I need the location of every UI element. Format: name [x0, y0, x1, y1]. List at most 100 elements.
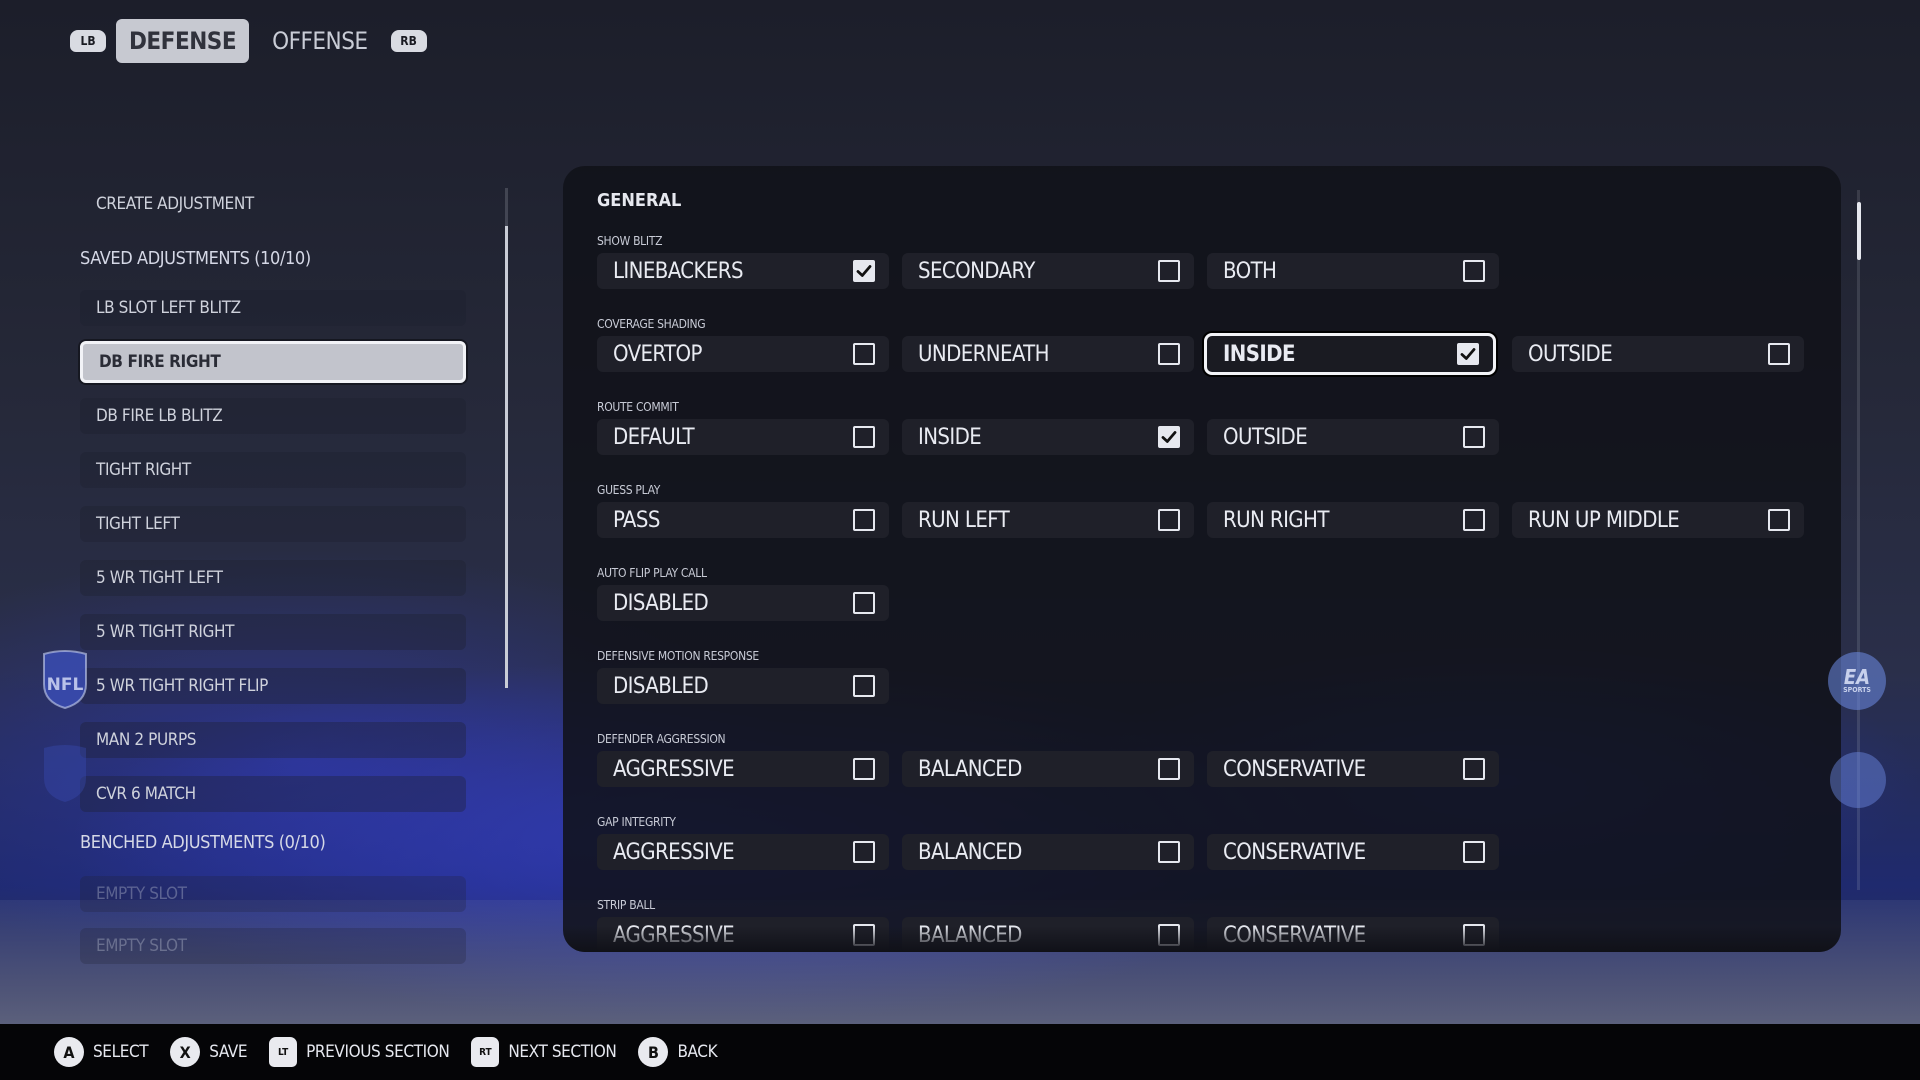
ea-sports-icon-faded	[1830, 752, 1886, 808]
hint-save[interactable]: X SAVE	[170, 1037, 248, 1067]
checkbox[interactable]	[1768, 343, 1790, 365]
ea-glyph: EA	[1843, 665, 1871, 689]
option-label: DISABLED	[613, 590, 709, 616]
option-label: AGGRESSIVE	[613, 839, 735, 865]
checkbox-checked[interactable]	[1457, 343, 1479, 365]
saved-adjustment-item[interactable]: TIGHT LEFT	[80, 506, 466, 542]
option-label: INSIDE	[1223, 341, 1296, 367]
checkbox[interactable]	[853, 592, 875, 614]
lb-bumper-icon[interactable]: LB	[70, 30, 106, 52]
hint-label: NEXT SECTION	[508, 1042, 617, 1062]
checkbox[interactable]	[1158, 343, 1180, 365]
option-toggle[interactable]: CONSERVATIVE	[1207, 751, 1499, 787]
panel-scrollbar-thumb[interactable]	[1857, 202, 1861, 260]
saved-adjustments-header: SAVED ADJUSTMENTS (10/10)	[80, 248, 311, 269]
benched-slot-item[interactable]: EMPTY SLOT	[80, 928, 466, 964]
saved-adjustment-item[interactable]: 5 WR TIGHT RIGHT	[80, 614, 466, 650]
option-toggle[interactable]: UNDERNEATH	[902, 336, 1194, 372]
nfl-shield-icon	[44, 745, 86, 802]
option-label: RUN RIGHT	[1223, 507, 1329, 533]
hint-label: SELECT	[93, 1042, 149, 1062]
checkbox[interactable]	[1158, 758, 1180, 780]
saved-adjustment-item[interactable]: 5 WR TIGHT LEFT	[80, 560, 466, 596]
saved-adjustment-item[interactable]: CVR 6 MATCH	[80, 776, 466, 812]
option-toggle[interactable]: OUTSIDE	[1512, 336, 1804, 372]
checkbox[interactable]	[1158, 509, 1180, 531]
list-scrollbar-thumb[interactable]	[505, 226, 508, 688]
hint-previous-section[interactable]: LT PREVIOUS SECTION	[269, 1037, 450, 1067]
group-label: GUESS PLAY	[597, 483, 661, 497]
option-label: BOTH	[1223, 258, 1277, 284]
create-adjustment-button[interactable]: CREATE ADJUSTMENT	[80, 186, 466, 222]
settings-panel: GENERAL SHOW BLITZ LINEBACKERS SECONDARY BO…	[563, 166, 1841, 952]
option-toggle[interactable]: SECONDARY	[902, 253, 1194, 289]
option-label: INSIDE	[918, 424, 982, 450]
rb-bumper-icon[interactable]: RB	[390, 30, 427, 52]
checkbox[interactable]	[853, 675, 875, 697]
checkbox[interactable]	[1463, 260, 1485, 282]
option-toggle[interactable]: RUN LEFT	[902, 502, 1194, 538]
checkbox[interactable]	[853, 841, 875, 863]
option-toggle[interactable]: AGGRESSIVE	[597, 751, 889, 787]
option-toggle[interactable]: RUN UP MIDDLE	[1512, 502, 1804, 538]
checkbox[interactable]	[853, 758, 875, 780]
option-toggle[interactable]: RUN RIGHT	[1207, 502, 1499, 538]
option-label: CONSERVATIVE	[1223, 839, 1366, 865]
option-toggle[interactable]: PASS	[597, 502, 889, 538]
option-toggle[interactable]: INSIDE	[902, 419, 1194, 455]
saved-adjustment-item[interactable]: TIGHT RIGHT	[80, 452, 466, 488]
checkbox[interactable]	[1463, 509, 1485, 531]
option-toggle[interactable]: DEFAULT	[597, 419, 889, 455]
checkbox-checked[interactable]	[1158, 426, 1180, 448]
option-label: PASS	[613, 507, 660, 533]
saved-adjustment-item[interactable]: DB FIRE RIGHT	[80, 341, 466, 383]
checkbox[interactable]	[1463, 758, 1485, 780]
panel-fade	[563, 926, 1841, 952]
option-toggle[interactable]: CONSERVATIVE	[1207, 834, 1499, 870]
option-toggle[interactable]: BALANCED	[902, 834, 1194, 870]
option-toggle[interactable]: AGGRESSIVE	[597, 834, 889, 870]
option-toggle[interactable]: DISABLED	[597, 668, 889, 704]
checkbox[interactable]	[853, 426, 875, 448]
saved-adjustment-item[interactable]: LB SLOT LEFT BLITZ	[80, 290, 466, 326]
checkbox-checked[interactable]	[853, 260, 875, 282]
hint-label: BACK	[677, 1042, 718, 1062]
option-toggle[interactable]: BOTH	[1207, 253, 1499, 289]
option-toggle[interactable]: LINEBACKERS	[597, 253, 889, 289]
checkbox[interactable]	[1158, 260, 1180, 282]
group-label: AUTO FLIP PLAY CALL	[597, 566, 707, 580]
check-icon	[856, 265, 872, 277]
checkbox[interactable]	[1463, 426, 1485, 448]
option-toggle[interactable]: OVERTOP	[597, 336, 889, 372]
ea-sports-icon: EA SPORTS	[1828, 652, 1886, 710]
option-toggle[interactable]: BALANCED	[902, 751, 1194, 787]
checkbox[interactable]	[853, 509, 875, 531]
checkbox[interactable]	[853, 343, 875, 365]
group-label: DEFENDER AGGRESSION	[597, 732, 726, 746]
option-label: CONSERVATIVE	[1223, 756, 1366, 782]
hint-select[interactable]: A SELECT	[54, 1037, 149, 1067]
option-toggle[interactable]: INSIDE	[1204, 333, 1496, 375]
tab-defense[interactable]: DEFENSE	[116, 19, 250, 63]
checkbox[interactable]	[1463, 841, 1485, 863]
hint-label: SAVE	[209, 1042, 248, 1062]
option-toggle[interactable]: DISABLED	[597, 585, 889, 621]
saved-adjustment-item[interactable]: MAN 2 PURPS	[80, 722, 466, 758]
nfl-shield-icon: NFL	[43, 650, 87, 710]
option-toggle[interactable]: OUTSIDE	[1207, 419, 1499, 455]
option-label: LINEBACKERS	[613, 258, 744, 284]
tab-offense[interactable]: OFFENSE	[259, 19, 380, 63]
checkbox[interactable]	[1768, 509, 1790, 531]
checkbox[interactable]	[1158, 841, 1180, 863]
group-label: ROUTE COMMIT	[597, 400, 679, 414]
list-scrollbar[interactable]	[505, 188, 508, 688]
hint-next-section[interactable]: RT NEXT SECTION	[471, 1037, 617, 1067]
group-label: COVERAGE SHADING	[597, 317, 706, 331]
benched-slot-item[interactable]: EMPTY SLOT	[80, 876, 466, 912]
controller-button-rt-icon: RT	[471, 1037, 500, 1067]
panel-title: GENERAL	[597, 190, 682, 211]
saved-adjustment-item[interactable]: 5 WR TIGHT RIGHT FLIP	[80, 668, 466, 704]
hint-back[interactable]: B BACK	[638, 1037, 718, 1067]
option-label: OUTSIDE	[1223, 424, 1308, 450]
saved-adjustment-item[interactable]: DB FIRE LB BLITZ	[80, 398, 466, 434]
